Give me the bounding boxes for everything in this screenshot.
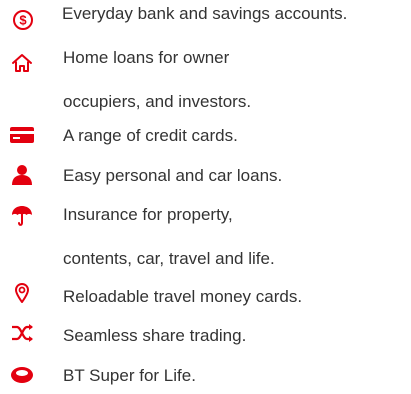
credit-card-icon: [10, 127, 34, 143]
list-item-text: A range of credit cards.: [63, 126, 238, 145]
list-item-text: Insurance for property,: [63, 205, 233, 224]
list-item-text: BT Super for Life.: [63, 366, 196, 385]
list-item-text: Easy personal and car loans.: [63, 166, 283, 185]
home-icon: [10, 52, 34, 74]
shuffle-icon: [11, 324, 35, 342]
list-item-text: contents, car, travel and life.: [63, 249, 275, 268]
umbrella-icon: [11, 205, 33, 227]
list-item-text: Seamless share trading.: [63, 326, 247, 345]
list-item-text: Reloadable travel money cards.: [63, 287, 303, 306]
svg-text:$: $: [19, 13, 27, 28]
list-item-text: Everyday bank and savings accounts.: [62, 4, 348, 23]
map-pin-icon: [14, 282, 30, 304]
person-icon: [11, 164, 33, 186]
piggy-bank-icon: [10, 365, 34, 385]
dollar-circle-icon: $: [12, 9, 34, 31]
list-item-text: occupiers, and investors.: [63, 92, 252, 111]
list-item-text: Home loans for owner: [63, 48, 230, 67]
